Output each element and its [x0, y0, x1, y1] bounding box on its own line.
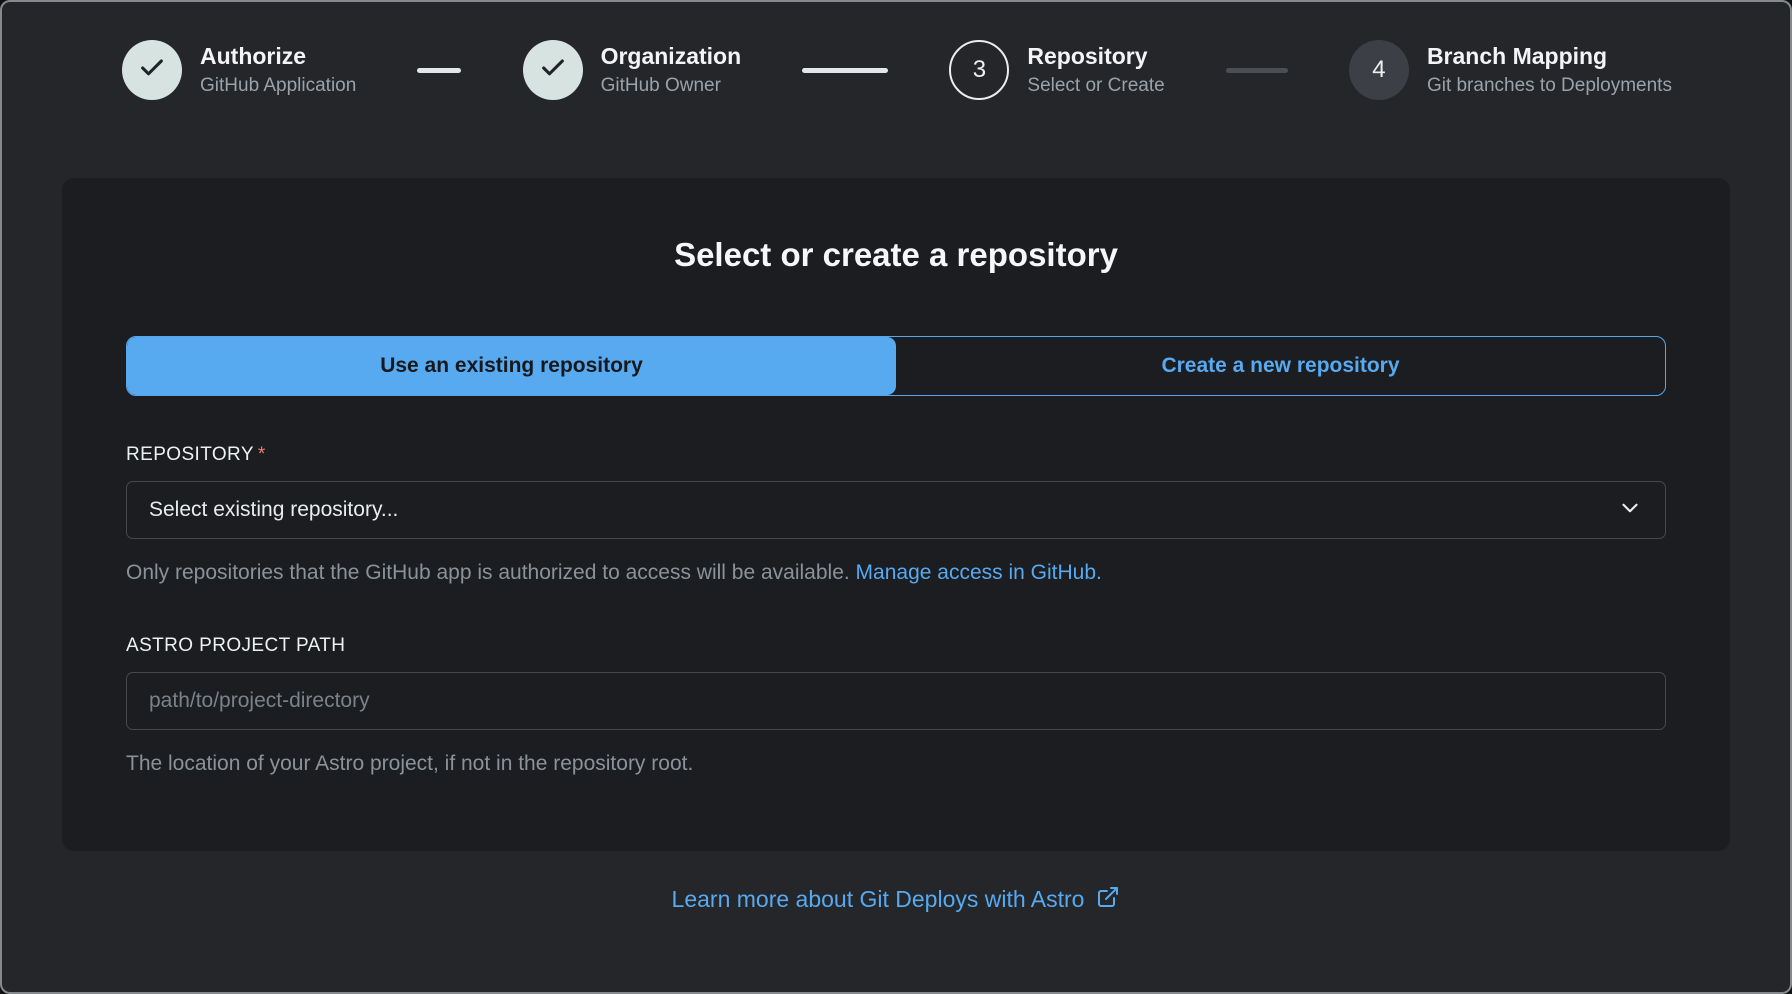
step-upcoming-indicator: 4: [1349, 40, 1409, 100]
learn-more-label: Learn more about Git Deploys with Astro: [672, 886, 1085, 913]
repository-select-value: Select existing repository...: [149, 498, 398, 522]
step-title: Repository: [1027, 42, 1164, 71]
project-path-label: ASTRO PROJECT PATH: [126, 635, 1666, 657]
step-number: 4: [1372, 56, 1385, 84]
tab-create-repository[interactable]: Create a new repository: [896, 337, 1665, 395]
step-subtitle: GitHub Owner: [601, 74, 742, 99]
manage-access-link[interactable]: Manage access in GitHub.: [856, 561, 1102, 584]
step-complete-indicator: [523, 40, 583, 100]
wizard-window: Authorize GitHub Application Organizatio…: [0, 0, 1792, 994]
step-title: Authorize: [200, 42, 356, 71]
step-connector: [417, 68, 461, 73]
step-authorize: Authorize GitHub Application: [122, 40, 356, 100]
repository-help-text: Only repositories that the GitHub app is…: [126, 558, 1666, 587]
repository-mode-tabs: Use an existing repository Create a new …: [126, 336, 1666, 396]
chevron-down-icon: [1617, 495, 1643, 526]
step-text: Branch Mapping Git branches to Deploymen…: [1427, 42, 1672, 98]
step-repository: 3 Repository Select or Create: [949, 40, 1164, 100]
repository-select[interactable]: Select existing repository...: [126, 481, 1666, 539]
tab-existing-repository[interactable]: Use an existing repository: [127, 337, 896, 395]
step-title: Branch Mapping: [1427, 42, 1672, 71]
step-subtitle: GitHub Application: [200, 74, 356, 99]
card-title: Select or create a repository: [126, 236, 1666, 274]
step-title: Organization: [601, 42, 742, 71]
step-connector: [1226, 68, 1288, 73]
step-connector: [802, 68, 888, 73]
step-number: 3: [973, 56, 986, 84]
project-path-help-text: The location of your Astro project, if n…: [126, 749, 1666, 778]
step-complete-indicator: [122, 40, 182, 100]
step-subtitle: Select or Create: [1027, 74, 1164, 99]
step-current-indicator: 3: [949, 40, 1009, 100]
check-icon: [539, 54, 567, 87]
step-text: Repository Select or Create: [1027, 42, 1164, 98]
stepper: Authorize GitHub Application Organizatio…: [2, 2, 1790, 100]
step-organization: Organization GitHub Owner: [523, 40, 742, 100]
learn-more-link[interactable]: Learn more about Git Deploys with Astro: [672, 885, 1121, 915]
project-path-field: ASTRO PROJECT PATH The location of your …: [126, 635, 1666, 778]
repository-label: REPOSITORY*: [126, 444, 1666, 466]
step-text: Organization GitHub Owner: [601, 42, 742, 98]
footer: Learn more about Git Deploys with Astro: [2, 885, 1790, 915]
repository-step-card: Select or create a repository Use an exi…: [62, 178, 1730, 851]
required-marker: *: [258, 444, 266, 465]
project-path-input[interactable]: [126, 672, 1666, 730]
external-link-icon: [1096, 885, 1120, 915]
step-subtitle: Git branches to Deployments: [1427, 74, 1672, 99]
repository-label-text: REPOSITORY: [126, 444, 254, 465]
repository-field: REPOSITORY* Select existing repository..…: [126, 444, 1666, 587]
step-text: Authorize GitHub Application: [200, 42, 356, 98]
step-branch-mapping: 4 Branch Mapping Git branches to Deploym…: [1349, 40, 1672, 100]
repository-help-body: Only repositories that the GitHub app is…: [126, 561, 856, 584]
check-icon: [138, 54, 166, 87]
